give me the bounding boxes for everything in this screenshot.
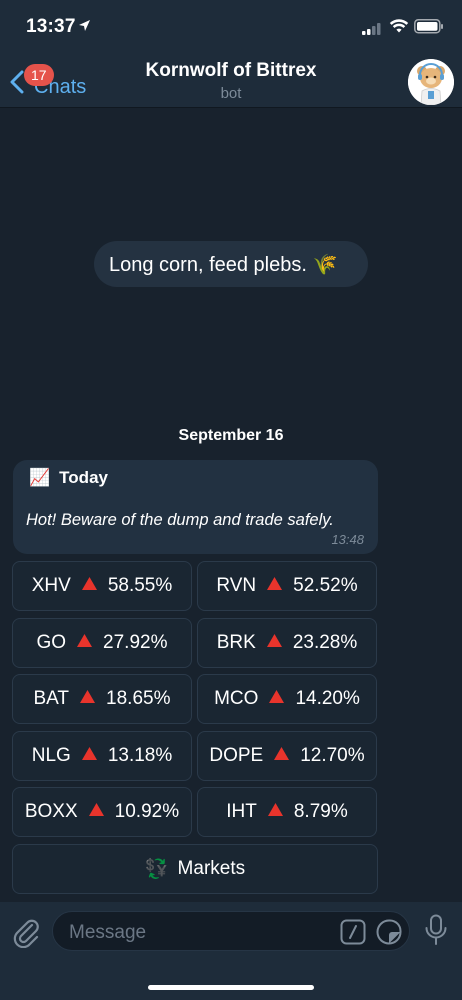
change-value: 58.55% bbox=[107, 575, 173, 596]
wifi-icon bbox=[389, 18, 409, 39]
microphone-icon[interactable] bbox=[424, 914, 448, 951]
up-triangle-icon bbox=[88, 801, 105, 823]
ticker-label: BAT bbox=[33, 688, 70, 709]
chart-increasing-icon: 📈 bbox=[29, 468, 51, 487]
sticker-icon[interactable] bbox=[376, 919, 402, 950]
cellular-signal-icon bbox=[362, 22, 382, 40]
market-button-brk[interactable]: BRK 23.28% bbox=[197, 618, 377, 668]
ticker-label: BOXX bbox=[24, 801, 78, 822]
bot-avatar[interactable] bbox=[408, 59, 454, 105]
market-button-iht[interactable]: IHT 8.79% bbox=[197, 787, 377, 837]
ticker-label: GO bbox=[36, 632, 67, 653]
change-value: 12.70% bbox=[300, 745, 365, 766]
ticker-label: BRK bbox=[216, 632, 256, 653]
change-value: 13.18% bbox=[107, 745, 173, 766]
change-value: 52.52% bbox=[293, 575, 358, 596]
chat-title: Kornwolf of Bittrex bbox=[145, 60, 317, 81]
up-triangle-icon bbox=[79, 688, 96, 710]
market-button-go[interactable]: GO 27.92% bbox=[12, 618, 192, 668]
ticker-label: NLG bbox=[31, 745, 71, 766]
chat-subtitle: bot bbox=[220, 85, 242, 102]
up-triangle-icon bbox=[266, 632, 283, 654]
message-time: 13:48 bbox=[331, 532, 364, 547]
message-placeholder: Message bbox=[69, 922, 147, 943]
change-value: 18.65% bbox=[106, 688, 171, 709]
ticker-label: MCO bbox=[214, 688, 259, 709]
location-arrow-icon bbox=[78, 19, 91, 37]
currency-exchange-icon: 💱 bbox=[144, 859, 169, 880]
message-header: 📈 Today bbox=[29, 468, 108, 488]
up-triangle-icon bbox=[266, 575, 283, 597]
market-button-rvn[interactable]: RVN 52.52% bbox=[197, 561, 377, 611]
attach-icon[interactable] bbox=[12, 916, 40, 953]
ticker-label: DOPE bbox=[209, 745, 264, 766]
ticker-label: XHV bbox=[31, 575, 71, 596]
markets-label: Markets bbox=[177, 858, 246, 879]
message-bubble: 📈 Today Hot! Beware of the dump and trad… bbox=[13, 460, 378, 554]
change-value: 10.92% bbox=[114, 801, 180, 822]
market-button-bat[interactable]: BAT 18.65% bbox=[12, 674, 192, 724]
change-value: 27.92% bbox=[103, 632, 168, 653]
market-button-mco[interactable]: MCO 14.20% bbox=[197, 674, 377, 724]
date-divider: September 16 bbox=[178, 427, 284, 444]
up-triangle-icon bbox=[81, 745, 98, 767]
market-button-xhv[interactable]: XHV 58.55% bbox=[12, 561, 192, 611]
status-time: 13:37 bbox=[26, 16, 76, 37]
markets-button[interactable]: 💱 Markets bbox=[12, 844, 378, 894]
home-indicator[interactable] bbox=[148, 985, 314, 990]
status-bar: 13:37 bbox=[0, 0, 462, 56]
up-triangle-icon bbox=[267, 801, 284, 823]
up-triangle-icon bbox=[76, 632, 93, 654]
change-value: 14.20% bbox=[295, 688, 360, 709]
bot-command-icon[interactable] bbox=[340, 919, 366, 950]
market-button-boxx[interactable]: BOXX 10.92% bbox=[12, 787, 192, 837]
ticker-label: IHT bbox=[226, 801, 257, 822]
message-title: Today bbox=[59, 468, 108, 487]
up-triangle-icon bbox=[273, 745, 290, 767]
message-input[interactable]: Message bbox=[52, 911, 410, 951]
message-text: Hot! Beware of the dump and trade safely… bbox=[26, 511, 334, 529]
up-triangle-icon bbox=[268, 688, 285, 710]
up-triangle-icon bbox=[81, 575, 98, 597]
message-input-bar: Message bbox=[0, 902, 462, 1000]
battery-icon bbox=[414, 19, 444, 39]
market-button-dope[interactable]: DOPE 12.70% bbox=[197, 731, 377, 781]
chat-header: Chats 17 Kornwolf of Bittrex bot bbox=[0, 56, 462, 108]
ticker-label: RVN bbox=[216, 575, 257, 596]
change-value: 23.28% bbox=[292, 632, 358, 653]
change-value: 8.79% bbox=[293, 801, 348, 822]
service-message: Long corn, feed plebs. 🌾 bbox=[94, 241, 368, 287]
market-button-nlg[interactable]: NLG 13.18% bbox=[12, 731, 192, 781]
